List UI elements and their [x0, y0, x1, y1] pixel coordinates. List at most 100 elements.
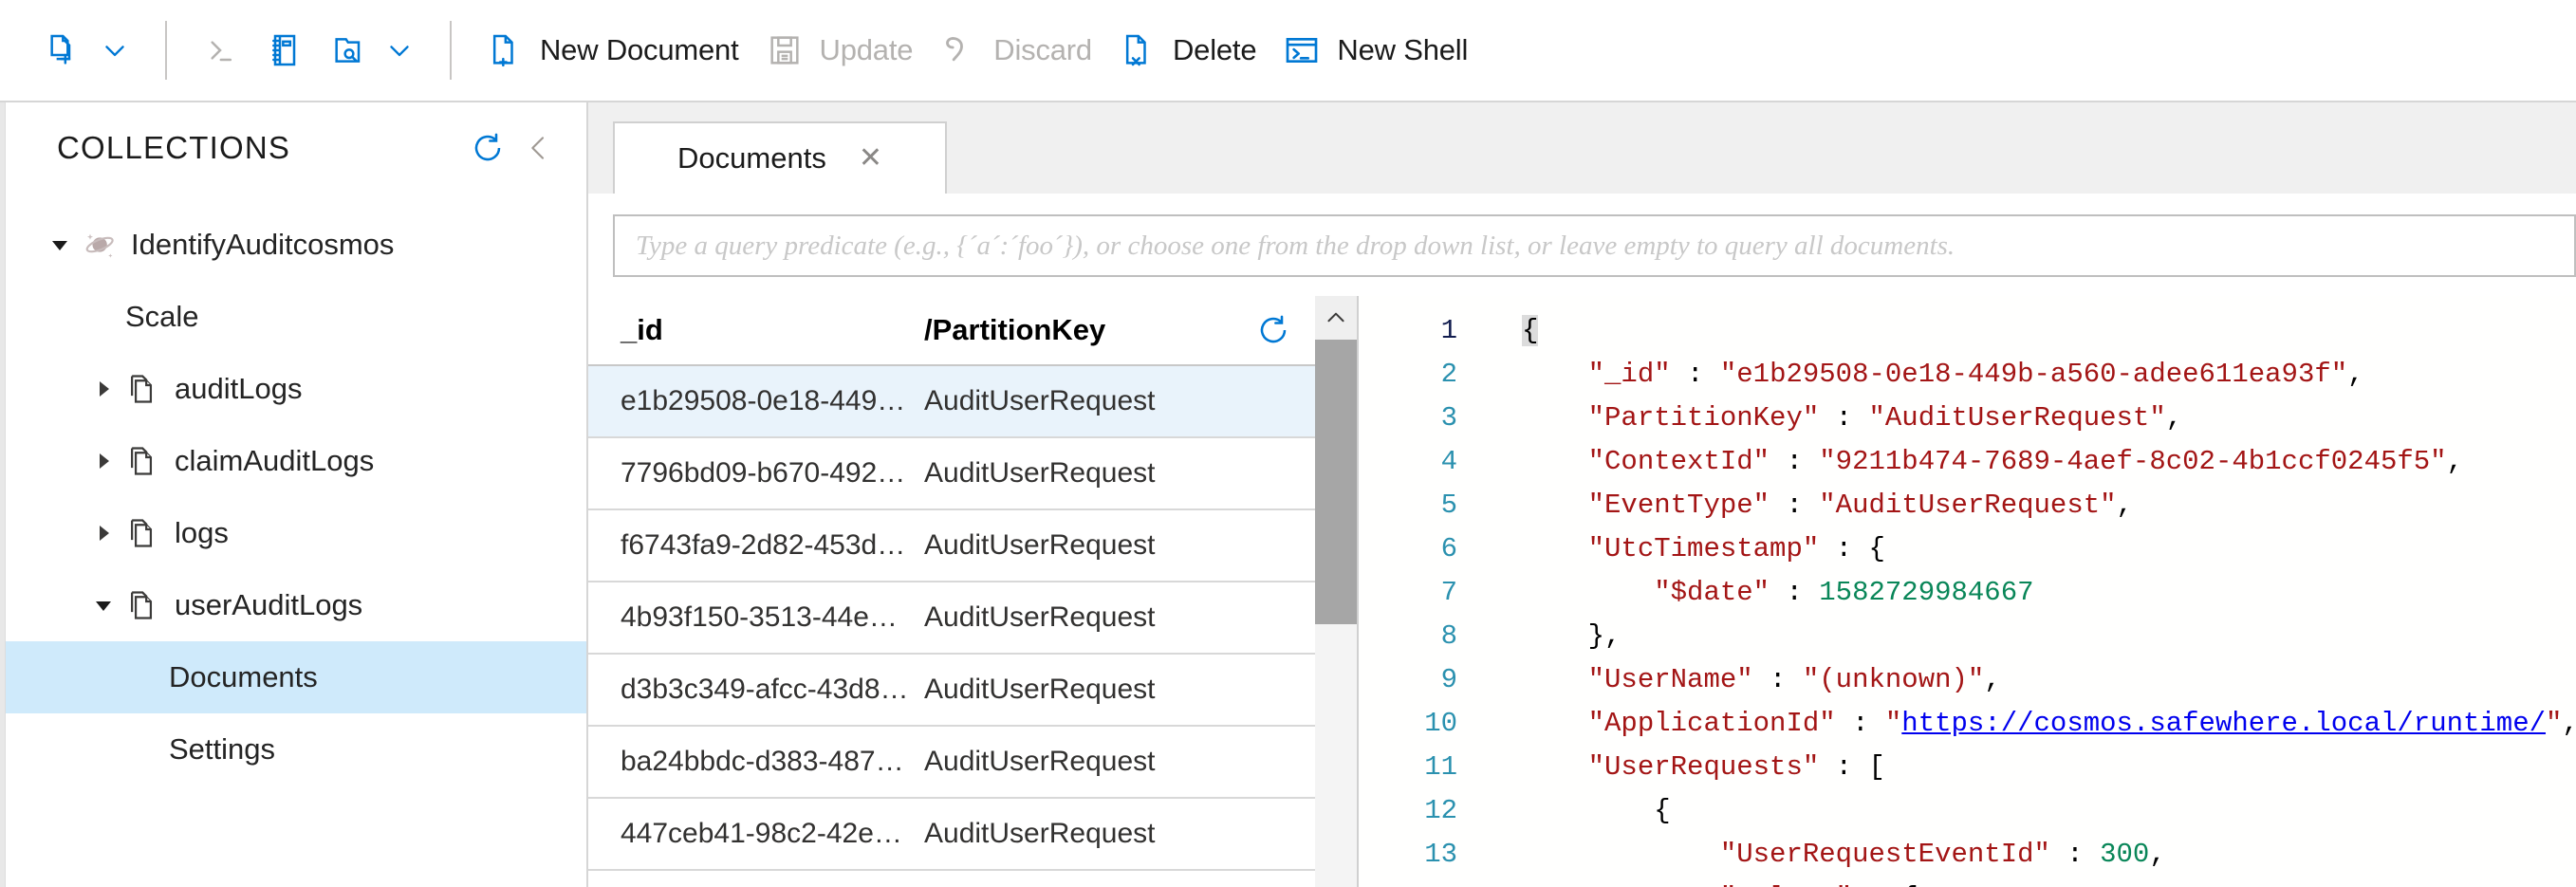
json-token-pun: [1522, 795, 1654, 826]
scrollbar-thumb[interactable]: [1315, 340, 1357, 624]
editor-line[interactable]: "UtcTimestamp" : {: [1522, 527, 2576, 571]
editor-line[interactable]: "UserRequestEventId" : 300,: [1522, 833, 2576, 877]
editor-line[interactable]: "$date" : 1582729984667: [1522, 571, 2576, 615]
json-token-pun: [1522, 708, 1588, 739]
json-token-str: "(unknown)": [1802, 664, 1985, 695]
scrollbar-track[interactable]: [1315, 624, 1357, 887]
json-token-link: https://cosmos.safewhere.local/runtime/: [1901, 708, 2547, 739]
editor-line[interactable]: "ContextId" : "9211b474-7689-4aef-8c02-4…: [1522, 440, 2576, 484]
json-token-key: "ApplicationId": [1587, 708, 1836, 739]
sidebar-item-auditlogs[interactable]: auditLogs: [6, 353, 586, 425]
chevron-right-icon[interactable]: [82, 450, 125, 472]
editor-code-area[interactable]: { "_id" : "e1b29508-0e18-449b-a560-adee6…: [1473, 296, 2576, 887]
json-token-pun: :: [1819, 402, 1869, 434]
json-token-pun: :: [1752, 664, 1803, 695]
delete-label: Delete: [1172, 33, 1257, 66]
editor-line[interactable]: "_id" : "e1b29508-0e18-449b-a560-adee611…: [1522, 353, 2576, 397]
sidebar-item-scale[interactable]: Scale: [6, 281, 586, 353]
main-area: Documents ✕ Type a query predicate (e.g.,…: [588, 102, 2576, 887]
chevron-down-icon[interactable]: [99, 34, 131, 66]
partition-key-cell: AuditUserRequest: [924, 385, 1156, 416]
tab-documents[interactable]: Documents ✕: [613, 121, 947, 194]
editor-line[interactable]: "Values" : {: [1522, 877, 2576, 887]
editor-line[interactable]: "PartitionKey" : "AuditUserRequest",: [1522, 397, 2576, 440]
json-token-str: "e1b29508-0e18-449b-a560-adee611ea93f": [1719, 359, 2348, 390]
toolbar-separator: [165, 21, 167, 80]
cosmos-account-icon: [82, 226, 131, 264]
json-token-pun: ,: [2347, 359, 2364, 390]
sidebar-item-label: userAuditLogs: [175, 588, 363, 621]
split-panes: _id /PartitionKey e1b29508-0e18-449… Audi…: [588, 296, 2576, 887]
document-list-scrollbar[interactable]: [1315, 296, 1359, 887]
sidebar-item-identifyauditcosmos[interactable]: IdentifyAuditcosmos: [6, 209, 586, 281]
new-shell-button[interactable]: New Shell: [1269, 11, 1481, 89]
sidebar-item-userauditlogs[interactable]: userAuditLogs: [6, 569, 586, 641]
chevron-up-icon[interactable]: [1315, 296, 1357, 340]
sidebar-item-documents[interactable]: Documents: [6, 641, 586, 713]
chevron-left-icon[interactable]: [514, 127, 564, 169]
chevron-down-icon[interactable]: [82, 594, 125, 617]
editor-code[interactable]: { "_id" : "e1b29508-0e18-449b-a560-adee6…: [1522, 309, 2576, 887]
json-token-key: "UserRequests": [1587, 751, 1820, 783]
table-row[interactable]: f6743fa9-2d82-453d… AuditUserRequest: [588, 510, 1315, 582]
delete-button[interactable]: Delete: [1105, 11, 1269, 89]
update-label: Update: [819, 33, 914, 66]
chevron-down-icon[interactable]: [38, 233, 82, 256]
json-token-pun: {: [1522, 315, 1539, 346]
sidebar-item-logs[interactable]: logs: [6, 497, 586, 569]
editor-line-number: 7: [1440, 577, 1457, 608]
json-token-pun: {: [1901, 882, 1918, 887]
json-token-str: ": [2546, 708, 2563, 739]
json-token-key: "ContextId": [1587, 446, 1770, 477]
editor-line[interactable]: "UserName" : "(unknown)",: [1522, 658, 2576, 702]
column-header-partitionkey[interactable]: /PartitionKey: [924, 313, 1256, 347]
table-row[interactable]: ba24bbdc-d383-487… AuditUserRequest: [588, 727, 1315, 799]
table-row[interactable]: d3b3c349-afcc-43d8… AuditUserRequest: [588, 655, 1315, 727]
json-token-pun: [1522, 359, 1588, 390]
table-row[interactable]: 4b93f150-3513-44e… AuditUserRequest: [588, 582, 1315, 655]
table-row[interactable]: e1b29508-0e18-449… AuditUserRequest: [588, 366, 1315, 438]
json-token-pun: ,: [2165, 402, 2183, 434]
json-token-str: "AuditUserRequest": [1819, 490, 2117, 521]
sidebar-item-label: logs: [175, 516, 229, 549]
table-row[interactable]: 7796bd09-b670-492… AuditUserRequest: [588, 438, 1315, 510]
chevron-down-icon[interactable]: [383, 34, 416, 66]
close-icon[interactable]: ✕: [859, 144, 882, 173]
editor-line[interactable]: {: [1522, 789, 2576, 833]
open-notebook-button[interactable]: [252, 11, 317, 89]
json-token-pun: [1522, 402, 1588, 434]
partition-key-cell: AuditUserRequest: [924, 601, 1156, 633]
collection-icon: [125, 443, 175, 479]
new-collection-button[interactable]: [32, 11, 144, 89]
editor-line[interactable]: "EventType" : "AuditUserRequest",: [1522, 484, 2576, 527]
document-list: _id /PartitionKey e1b29508-0e18-449… Audi…: [588, 296, 1315, 887]
editor-line[interactable]: {: [1522, 309, 2576, 353]
query-predicate-input[interactable]: Type a query predicate (e.g., {´a´:´foo´…: [613, 214, 2576, 277]
sidebar-item-label: auditLogs: [175, 372, 303, 405]
new-document-icon: [486, 31, 524, 69]
refresh-icon[interactable]: [461, 125, 514, 171]
editor-line[interactable]: "ApplicationId" : "https://cosmos.safewh…: [1522, 702, 2576, 746]
json-token-str: ": [1884, 708, 1902, 739]
chevron-right-icon[interactable]: [82, 522, 125, 545]
editor-line-number: 1: [1440, 315, 1457, 346]
new-document-button[interactable]: New Document: [473, 11, 752, 89]
json-token-pun: :: [1770, 577, 1820, 608]
table-row[interactable]: 447ceb41-98c2-42e… AuditUserRequest: [588, 799, 1315, 871]
json-token-pun: :: [1770, 490, 1820, 521]
sidebar-item-settings[interactable]: Settings: [6, 713, 586, 785]
chevron-right-icon[interactable]: [82, 378, 125, 400]
json-token-pun: :: [2049, 839, 2101, 870]
sidebar-item-claimauditlogs[interactable]: claimAuditLogs: [6, 425, 586, 497]
open-query-button[interactable]: [317, 11, 429, 89]
sidebar-item-label: claimAuditLogs: [175, 444, 375, 477]
editor-line[interactable]: },: [1522, 615, 2576, 658]
refresh-icon[interactable]: [1256, 313, 1315, 347]
editor-line[interactable]: "UserRequests" : [: [1522, 746, 2576, 789]
json-token-pun: ,: [1984, 664, 2001, 695]
json-editor[interactable]: 1234567891011121314 { "_id" : "e1b29508-…: [1359, 296, 2576, 887]
json-token-pun: [1522, 751, 1588, 783]
app-body: COLLECTIONS IdentifyAuditcosmos Scale au…: [0, 102, 2576, 887]
column-header-id[interactable]: _id: [621, 313, 924, 347]
editor-line-number: 6: [1440, 533, 1457, 564]
